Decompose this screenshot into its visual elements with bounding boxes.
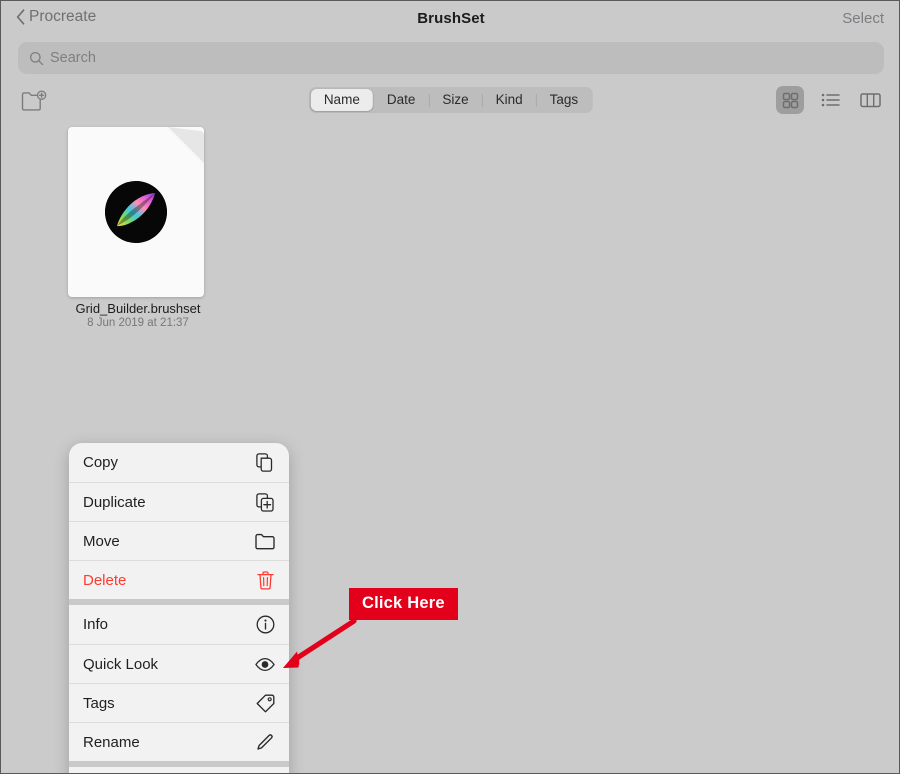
search-input[interactable]: Search (18, 42, 884, 74)
menu-item-move[interactable]: Move (69, 521, 289, 560)
view-mode-switcher (776, 86, 884, 114)
sort-segmented-control[interactable]: Name Date Size Kind Tags (308, 87, 594, 113)
page-fold-corner (166, 127, 204, 165)
new-folder-icon[interactable] (21, 90, 47, 112)
sort-option-tags[interactable]: Tags (537, 89, 592, 111)
menu-item-share[interactable]: Share (69, 767, 289, 773)
file-thumbnail (68, 127, 204, 297)
file-item[interactable]: Grid_Builder.brushset 8 Jun 2019 at 21:3… (68, 127, 208, 329)
grid-view-icon[interactable] (776, 86, 804, 114)
navigation-bar: Procreate BrushSet Select (2, 2, 899, 37)
context-menu-group: Share Compress (69, 761, 289, 773)
page-title: BrushSet (417, 10, 485, 27)
menu-item-quick-look[interactable]: Quick Look (69, 644, 289, 683)
menu-item-rename[interactable]: Rename (69, 722, 289, 761)
sort-option-kind[interactable]: Kind (483, 89, 536, 111)
procreate-brushset-icon (105, 181, 167, 243)
context-menu-group: Copy Duplicate Move Delete (69, 443, 289, 599)
menu-item-label: Info (83, 616, 109, 633)
menu-item-label: Quick Look (83, 655, 159, 673)
list-view-icon[interactable] (816, 86, 844, 114)
annotation-label: Click Here (362, 594, 445, 612)
menu-item-duplicate[interactable]: Duplicate (69, 482, 289, 521)
trash-icon (255, 570, 275, 590)
menu-item-delete[interactable]: Delete (69, 560, 289, 599)
sort-option-size[interactable]: Size (429, 89, 481, 111)
menu-item-label: Delete (83, 571, 127, 589)
menu-item-label: Rename (83, 733, 140, 751)
menu-item-label: Move (83, 532, 120, 550)
search-icon (29, 51, 44, 66)
file-name: Grid_Builder.brushset (75, 301, 201, 316)
select-button[interactable]: Select (842, 10, 884, 27)
sort-option-date[interactable]: Date (374, 89, 429, 111)
info-circle-icon (255, 615, 275, 635)
menu-item-tags[interactable]: Tags (69, 683, 289, 722)
menu-item-label: Tags (83, 694, 115, 712)
duplicate-icon (255, 492, 275, 512)
folder-icon (255, 531, 275, 551)
toolbar: Name Date Size Kind Tags (2, 80, 899, 122)
menu-item-label: Copy (83, 454, 119, 471)
eye-icon (255, 654, 275, 674)
arrow-pointer-icon (283, 618, 357, 668)
annotation-callout: Click Here (349, 588, 458, 620)
copy-icon (255, 453, 275, 473)
menu-item-copy[interactable]: Copy (69, 443, 289, 482)
app-window: Procreate BrushSet Select Search Name Da… (0, 0, 900, 774)
menu-item-label: Duplicate (83, 493, 146, 511)
tag-icon (255, 693, 275, 713)
context-menu-group: Info Quick Look Tags Rename (69, 599, 289, 761)
sort-option-name[interactable]: Name (310, 89, 373, 111)
file-browser-content: Grid_Builder.brushset 8 Jun 2019 at 21:3… (2, 121, 899, 773)
search-bar-container: Search (2, 37, 899, 80)
column-view-icon[interactable] (856, 86, 884, 114)
menu-item-info[interactable]: Info (69, 605, 289, 644)
context-menu: Copy Duplicate Move Delete Info Quick Lo… (69, 443, 289, 773)
search-placeholder: Search (50, 50, 96, 66)
pencil-icon (255, 732, 275, 752)
file-date: 8 Jun 2019 at 21:37 (87, 317, 189, 329)
